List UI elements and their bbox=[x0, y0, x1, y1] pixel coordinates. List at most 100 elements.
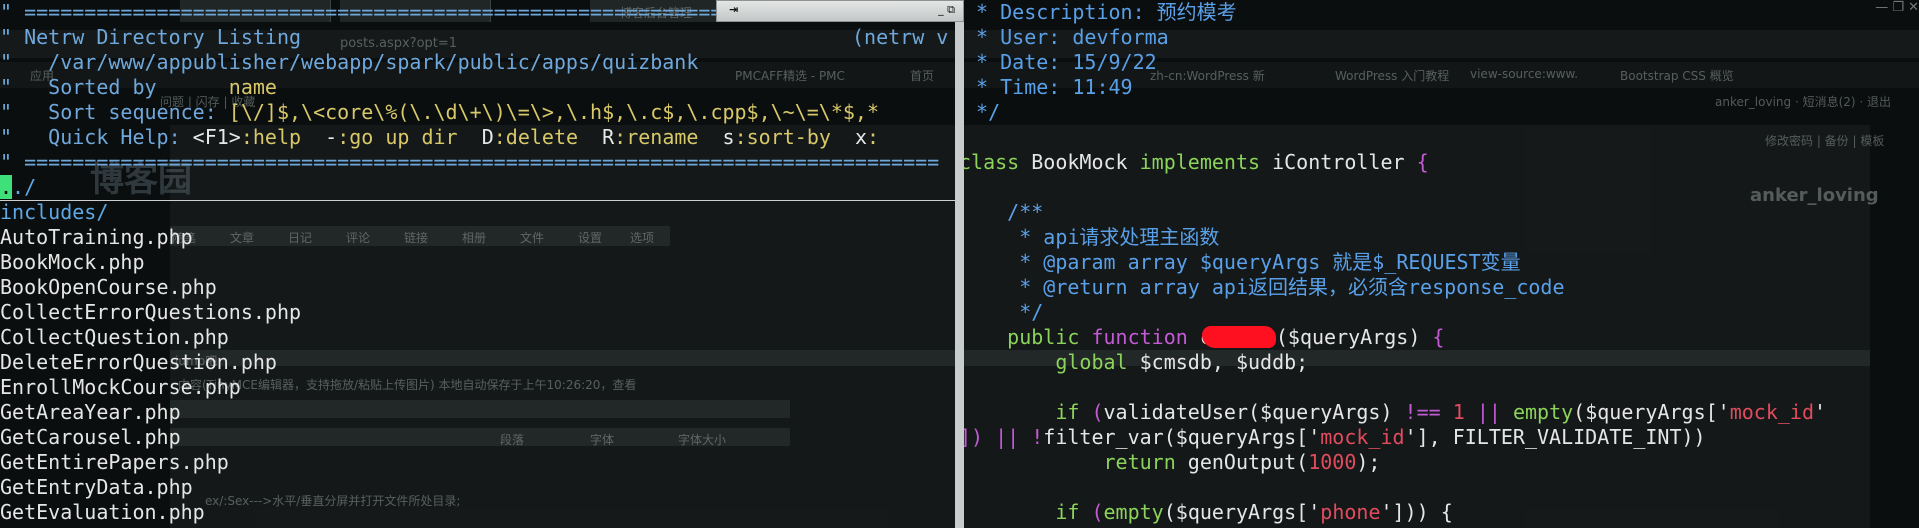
global-line: global $cmsdb, $uddb; bbox=[964, 350, 1308, 375]
netrw-sorted-line: " Sorted by name bbox=[0, 75, 277, 100]
return-line: return genOutput(1000); bbox=[964, 450, 1380, 475]
redaction-mark bbox=[1201, 326, 1276, 348]
return-keyword: return bbox=[964, 450, 1176, 474]
number-literal: 1 bbox=[1452, 400, 1465, 424]
help-desc: :help bbox=[240, 125, 326, 149]
help-key: s bbox=[722, 125, 735, 149]
netrw-dir-entry[interactable]: includes/ bbox=[0, 200, 108, 225]
doc-description-value: 预约模考 bbox=[1156, 0, 1237, 24]
interface-name: iController bbox=[1260, 150, 1417, 174]
class-name: BookMock bbox=[1019, 150, 1140, 174]
array-index: '])) { bbox=[1380, 500, 1453, 524]
netrw-file-entry[interactable]: GetEntryData.php bbox=[0, 475, 193, 500]
array-index: ($queryArgs[' bbox=[1163, 500, 1321, 524]
netrw-help-line: " Quick Help: <F1>:help -:go up dir D:de… bbox=[0, 125, 879, 150]
global-vars: $cmsdb, $uddb; bbox=[1127, 350, 1309, 374]
if-keyword: if bbox=[964, 400, 1080, 424]
paren: ); bbox=[1356, 450, 1381, 474]
netrw-file-entry[interactable]: BookMock.php bbox=[0, 250, 145, 275]
netrw-file-entry[interactable]: GetEntirePapers.php bbox=[0, 450, 229, 475]
comment-mark: " bbox=[0, 75, 49, 99]
netrw-file-entry[interactable]: EnrollMockCourse.php bbox=[0, 375, 241, 400]
help-key: R bbox=[602, 125, 615, 149]
function-call: filter_var bbox=[1043, 425, 1164, 449]
function-call: genOutput( bbox=[1175, 450, 1309, 474]
doc-description-line: * Description: 预约模考 bbox=[964, 0, 1237, 25]
netrw-sequence-label: Sort sequence: bbox=[48, 100, 229, 124]
function-keyword: function bbox=[1079, 325, 1200, 349]
if-validate-continuation: ]) || !filter_var($queryArgs['mock_id'],… bbox=[964, 425, 1706, 450]
doc-end-line: */ bbox=[964, 100, 1001, 124]
help-desc: :delete bbox=[493, 125, 603, 149]
netrw-title: Netrw Directory Listing bbox=[24, 25, 302, 49]
if-keyword: if bbox=[964, 500, 1080, 524]
string-literal: mock_id bbox=[1729, 400, 1815, 424]
help-key: D bbox=[481, 125, 494, 149]
netrw-sorted-label: Sorted by bbox=[48, 75, 157, 99]
public-keyword: public bbox=[964, 325, 1080, 349]
netrw-file-entry[interactable]: GetAreaYear.php bbox=[0, 400, 181, 425]
empty-keyword: empty bbox=[1512, 400, 1574, 424]
string-literal: phone bbox=[1320, 500, 1381, 524]
comment-mark: " bbox=[0, 125, 49, 149]
current-dir-label: ./ bbox=[12, 175, 37, 199]
class-declaration: class BookMock implements iController { bbox=[964, 150, 1429, 175]
netrw-path: /var/www/appublisher/webapp/spark/public… bbox=[48, 50, 699, 74]
brace: { bbox=[1420, 325, 1445, 349]
operator: ]) || ! bbox=[964, 425, 1044, 449]
array-index: '], FILTER_VALIDATE_INT)) bbox=[1404, 425, 1706, 449]
netrw-pane[interactable]: " ======================================… bbox=[0, 0, 955, 528]
paren: ( bbox=[1079, 400, 1104, 424]
netrw-title-line: " Netrw Directory Listing (netrw v bbox=[0, 25, 948, 50]
netrw-file-entry[interactable]: DeleteErrorQuestion.php bbox=[0, 350, 277, 375]
netrw-path-line: " /var/www/appublisher/webapp/spark/publ… bbox=[0, 50, 698, 75]
implements-keyword: implements bbox=[1139, 150, 1261, 174]
operator: !== bbox=[1392, 400, 1453, 424]
netrw-file-entry[interactable]: BookOpenCourse.php bbox=[0, 275, 217, 300]
php-editor-pane[interactable]: * Description: 预约模考 * User: devforma * D… bbox=[964, 0, 1919, 528]
if-phone-line: if (empty($queryArgs['phone'])) { bbox=[964, 500, 1453, 525]
docblock-open: /** bbox=[964, 200, 1044, 224]
comment-mark: " bbox=[0, 25, 25, 49]
pin-icon[interactable]: ⇥ bbox=[729, 3, 738, 16]
netrw-file-entry[interactable]: CollectErrorQuestions.php bbox=[0, 300, 301, 325]
if-validate-line: if (validateUser($queryArgs) !== 1 || em… bbox=[964, 400, 1826, 425]
netrw-sequence-value: [\/]$,\<core\%(\.\d\+\)\=\>,\.h$,\.c$,\.… bbox=[228, 100, 880, 124]
help-desc: : bbox=[867, 125, 880, 149]
comment-mark: " bbox=[0, 100, 49, 124]
docblock-line: * @return array api返回结果，必须含response_code bbox=[964, 275, 1565, 299]
vertical-split-divider[interactable] bbox=[955, 0, 964, 528]
array-index: ' bbox=[1814, 400, 1827, 424]
netrw-version: (netrw v bbox=[852, 25, 949, 49]
docblock-line: * api请求处理主函数 bbox=[964, 225, 1220, 249]
help-desc: :sort-by bbox=[734, 125, 855, 149]
netrw-file-entry[interactable]: CollectQuestion.php bbox=[0, 325, 229, 350]
comment-mark: " bbox=[0, 50, 49, 74]
docblock-close: */ bbox=[964, 300, 1044, 324]
number-literal: 1000 bbox=[1308, 450, 1357, 474]
brace: { bbox=[1416, 150, 1429, 174]
netrw-file-entry[interactable]: GetEvaluation.php bbox=[0, 500, 205, 525]
call-args: ($queryArgs) bbox=[1248, 400, 1393, 424]
help-desc: :go up dir bbox=[337, 125, 482, 149]
netrw-sorted-value: name bbox=[156, 75, 277, 99]
function-declaration: public function c($queryArgs) { bbox=[964, 325, 1444, 350]
window-buttons[interactable]: _ ⧉ bbox=[938, 3, 955, 17]
netrw-file-entry[interactable]: AutoTraining.php bbox=[0, 225, 193, 250]
netrw-help-label: Quick Help: bbox=[48, 125, 193, 149]
doc-description-label: * Description: bbox=[964, 0, 1157, 24]
netrw-file-entry[interactable]: GetCarousel.php bbox=[0, 425, 181, 450]
class-keyword: class bbox=[964, 150, 1020, 174]
help-desc: :rename bbox=[614, 125, 723, 149]
function-args: ($queryArgs) bbox=[1275, 325, 1421, 349]
function-call: validateUser bbox=[1103, 400, 1249, 424]
help-key: <F1> bbox=[192, 125, 241, 149]
netrw-current-dir[interactable]: ../ bbox=[0, 175, 955, 201]
doc-date-line: * Date: 15/9/22 bbox=[964, 50, 1157, 74]
window-title-strip[interactable]: ⇥ _ ⧉ bbox=[716, 0, 964, 22]
netrw-rule-bottom: " ======================================… bbox=[0, 150, 940, 174]
help-key: - bbox=[325, 125, 338, 149]
help-key: x bbox=[855, 125, 868, 149]
netrw-sequence-line: " Sort sequence: [\/]$,\<core\%(\.\d\+\)… bbox=[0, 100, 879, 125]
global-keyword: global bbox=[964, 350, 1128, 374]
